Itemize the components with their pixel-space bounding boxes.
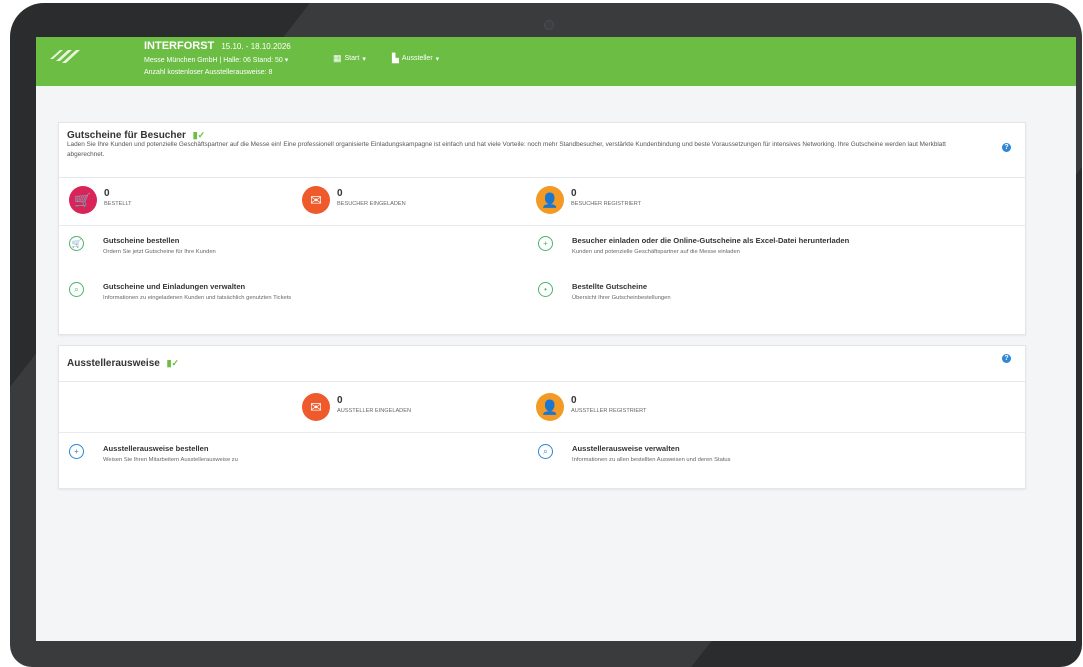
user-add-icon: 👤 [536, 186, 564, 214]
link-bestellte-gutscheine[interactable]: • Bestellte Gutscheine Übersicht Ihrer G… [538, 282, 671, 301]
divider [59, 225, 1025, 226]
vouchers-panel: Gutscheine für Besucher ▮✓ Laden Sie Ihr… [58, 122, 1026, 335]
menu-aussteller[interactable]: ▙ Aussteller ▾ [392, 53, 439, 64]
stat-besucher-eingeladen[interactable]: ✉ 0 BESUCHER EINGELADEN [302, 186, 406, 214]
link-title: Besucher einladen oder die Online-Gutsch… [572, 236, 850, 245]
search-icon: ⌕ [69, 282, 84, 297]
stat-value: 0 [104, 188, 110, 199]
search-icon: ⌕ [538, 444, 553, 459]
messe-logo-icon[interactable] [48, 44, 86, 78]
menu-start[interactable]: ▦ Start ▾ [333, 53, 366, 64]
link-subtitle: Ordern Sie jetzt Gutscheine für Ihre Kun… [103, 249, 216, 255]
passes-title-text: Ausstellerausweise [67, 358, 160, 369]
stat-label: BESTELLT [104, 201, 132, 207]
exhibitor-info: Messe München GmbH | Halle: 06 Stand: 50 [144, 57, 283, 64]
link-title: Bestellte Gutscheine [572, 282, 648, 291]
stat-value: 0 [337, 395, 343, 406]
grid-icon: ▦ [333, 53, 342, 63]
stat-value: 0 [571, 395, 577, 406]
user-add-icon: + [69, 444, 84, 459]
stat-besucher-registriert[interactable]: 👤 0 BESUCHER REGISTRIERT [536, 186, 641, 214]
passes-panel: Ausstellerausweise ▮✓ ? ✉ 0 AUSSTELLER E… [58, 345, 1026, 489]
check-icon: ▮✓ [166, 358, 180, 368]
link-title: Gutscheine und Einladungen verwalten [103, 282, 246, 291]
app-screen: INTERFORST 15.10. - 18.10.2026 Messe Mün… [36, 37, 1076, 641]
help-icon[interactable]: ? [1002, 143, 1011, 152]
menu-aussteller-label: Aussteller [401, 55, 433, 62]
cart-icon: 🛒 [69, 236, 84, 251]
link-title: Ausstellerausweise verwalten [572, 444, 680, 453]
link-ausstellerausweise-verwalten[interactable]: ⌕ Ausstellerausweise verwalten Informati… [538, 444, 731, 463]
vouchers-panel-header: Gutscheine für Besucher ▮✓ Laden Sie Ihr… [59, 123, 1025, 178]
stat-value: 0 [337, 188, 343, 199]
free-passes-count: Anzahl kostenloser Ausstellerausweise: 8 [144, 69, 273, 76]
passes-title: Ausstellerausweise ▮✓ [67, 358, 179, 369]
link-title: Ausstellerausweise bestellen [103, 444, 209, 453]
link-gutscheine-verwalten[interactable]: ⌕ Gutscheine und Einladungen verwalten I… [69, 282, 291, 301]
divider [59, 432, 1025, 433]
fair-name: INTERFORST [144, 40, 215, 52]
chevron-down-icon: ▾ [435, 55, 440, 63]
fair-dates: 15.10. - 18.10.2026 [221, 42, 291, 51]
stat-value: 0 [571, 188, 577, 199]
envelope-icon: ✉ [302, 186, 330, 214]
link-subtitle: Informationen zu eingeladenen Kunden und… [103, 295, 292, 301]
stat-bestellt[interactable]: 🛒 0 BESTELLT [69, 186, 132, 214]
stat-label: AUSSTELLER REGISTRIERT [571, 408, 647, 414]
tablet-frame: INTERFORST 15.10. - 18.10.2026 Messe Mün… [10, 3, 1082, 667]
link-subtitle: Kunden und potenzielle Geschäftspartner … [572, 249, 740, 255]
chevron-down-icon: ▾ [362, 55, 366, 63]
link-subtitle: Weisen Sie Ihren Mitarbeitern Aussteller… [103, 457, 238, 463]
link-subtitle: Informationen zu allen bestellten Auswei… [572, 457, 731, 463]
stat-aussteller-registriert[interactable]: 👤 0 AUSSTELLER REGISTRIERT [536, 393, 646, 421]
exhibitor-selector[interactable]: Messe München GmbH | Halle: 06 Stand: 50… [144, 56, 288, 64]
stat-label: BESUCHER EINGELADEN [337, 201, 406, 207]
stat-label: BESUCHER REGISTRIERT [571, 201, 642, 207]
camera-dot [544, 20, 554, 30]
cart-icon: 🛒 [69, 186, 97, 214]
building-icon: ▙ [392, 53, 399, 63]
link-ausstellerausweise-bestellen[interactable]: + Ausstellerausweise bestellen Weisen Si… [69, 444, 238, 463]
fair-title: INTERFORST 15.10. - 18.10.2026 [144, 40, 291, 52]
top-bar: INTERFORST 15.10. - 18.10.2026 Messe Mün… [36, 37, 1076, 86]
link-besucher-einladen[interactable]: + Besucher einladen oder die Online-Guts… [538, 236, 849, 255]
envelope-icon: ✉ [302, 393, 330, 421]
user-add-icon: 👤 [536, 393, 564, 421]
menu-start-label: Start [344, 55, 360, 62]
vouchers-description: Laden Sie Ihre Kunden und potenzielle Ge… [67, 141, 946, 158]
stat-label: AUSSTELLER EINGELADEN [337, 408, 411, 414]
user-icon: • [538, 282, 553, 297]
link-subtitle: Übersicht Ihrer Gutscheinbestellungen [572, 295, 671, 301]
chevron-down-icon: ▾ [284, 57, 289, 64]
user-add-icon: + [538, 236, 553, 251]
check-icon: ▮✓ [192, 130, 206, 140]
link-gutscheine-bestellen[interactable]: 🛒 Gutscheine bestellen Ordern Sie jetzt … [69, 236, 216, 255]
stat-aussteller-eingeladen[interactable]: ✉ 0 AUSSTELLER EINGELADEN [302, 393, 411, 421]
passes-panel-header: Ausstellerausweise ▮✓ ? [59, 346, 1025, 382]
help-icon[interactable]: ? [1002, 354, 1011, 363]
link-title: Gutscheine bestellen [103, 236, 180, 245]
